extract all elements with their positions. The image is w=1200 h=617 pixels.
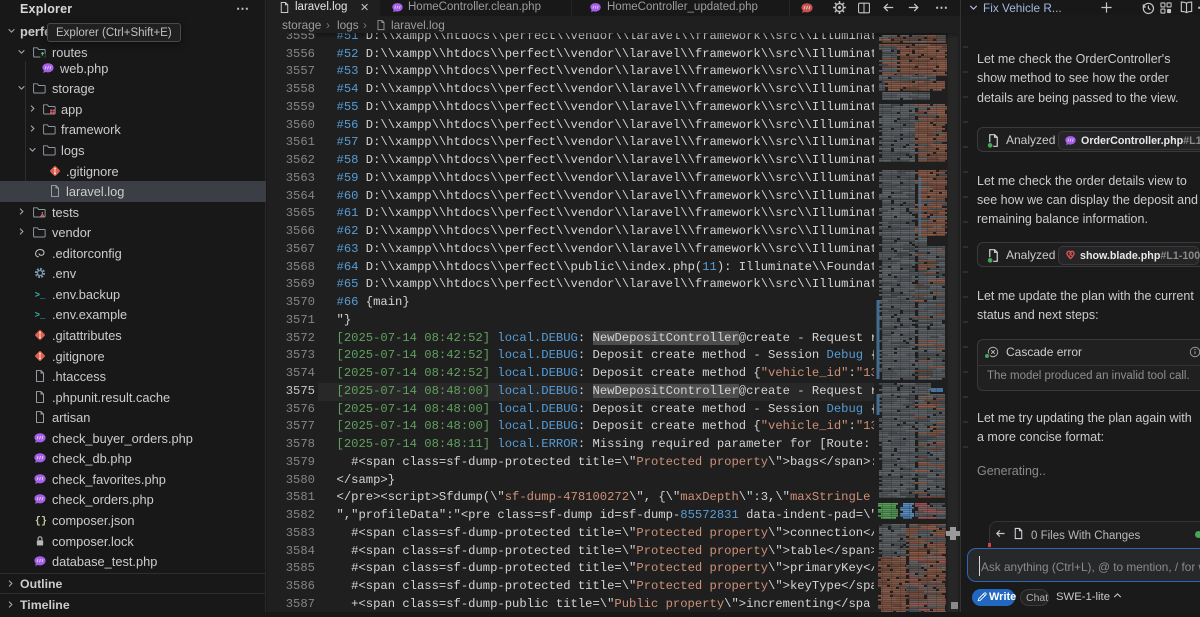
svg-text:>_: >_ <box>35 311 46 321</box>
svg-text:>_: >_ <box>35 290 46 300</box>
svg-text:{}: {} <box>35 516 47 527</box>
